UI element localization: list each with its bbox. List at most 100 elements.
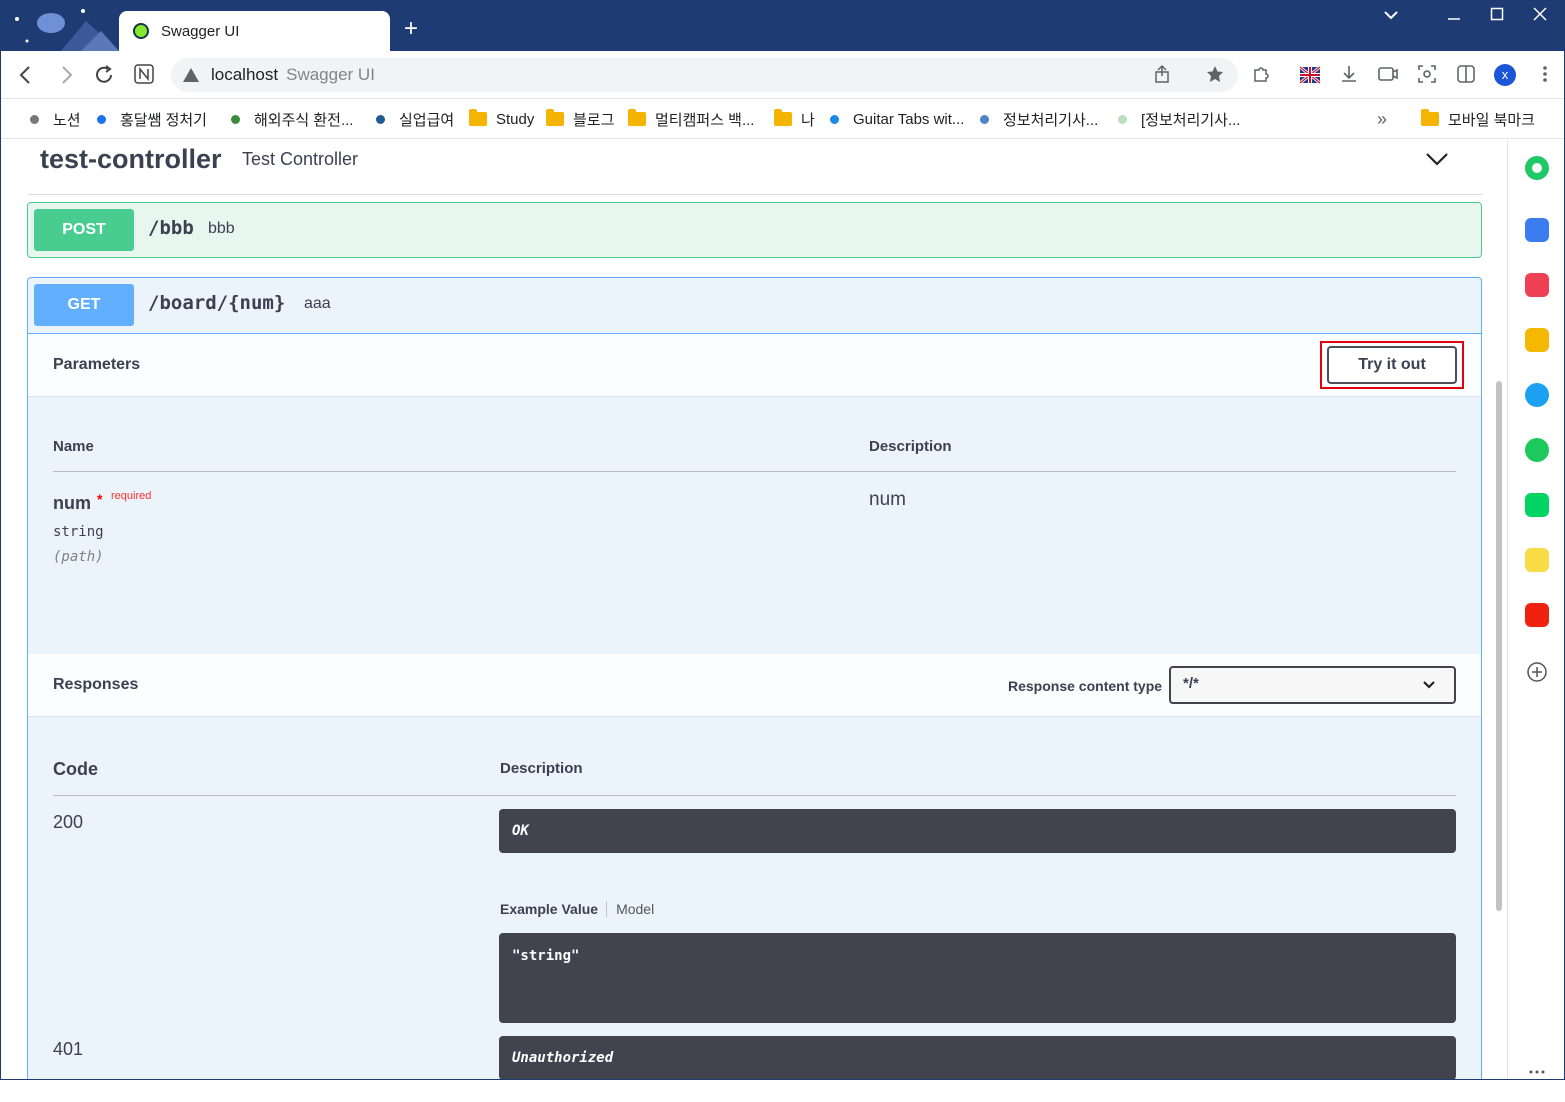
- bookmark-item[interactable]: 홍달쌤 정처기: [97, 109, 207, 129]
- response-code: 401: [53, 1039, 84, 1059]
- mobile-bookmarks-folder[interactable]: 모바일 북마크: [1421, 109, 1535, 129]
- url-page-title: Swagger UI: [286, 65, 375, 84]
- required-star: *: [97, 491, 103, 507]
- bookmark-label: Guitar Tabs wit...: [853, 110, 965, 128]
- response-description: OK: [512, 823, 529, 839]
- translate-flag-icon[interactable]: [1299, 64, 1321, 86]
- method-badge-get: GET: [34, 284, 134, 326]
- bookmark-item[interactable]: [정보처리기사...: [1118, 109, 1240, 129]
- new-tab-button[interactable]: +: [400, 17, 422, 41]
- extensions-puzzle-icon[interactable]: [1250, 64, 1272, 86]
- bookmark-folder[interactable]: Study: [469, 109, 534, 129]
- browser-menu-icon[interactable]: [1534, 64, 1556, 86]
- now-icon[interactable]: [1525, 603, 1549, 627]
- folder-icon: [628, 109, 646, 126]
- back-arrow-icon[interactable]: [14, 63, 38, 87]
- minimize-icon[interactable]: [1442, 7, 1466, 26]
- bookmark-label: [정보처리기사...: [1141, 111, 1241, 129]
- bookmark-favicon-icon: [830, 114, 839, 124]
- bookmark-favicon-icon: [231, 114, 240, 124]
- try-it-out-button[interactable]: Try it out: [1327, 346, 1457, 384]
- download-icon[interactable]: [1338, 64, 1360, 86]
- bookmark-folder[interactable]: 블로그: [546, 109, 614, 129]
- response-content-type-value: */*: [1183, 675, 1199, 692]
- bookmark-item[interactable]: Guitar Tabs wit...: [830, 109, 964, 129]
- param-location: (path): [53, 549, 104, 565]
- example-value: "string": [512, 948, 580, 964]
- bookmark-favicon-icon: [980, 114, 989, 124]
- operation-path: /bbb: [148, 217, 194, 239]
- memo-icon[interactable]: [1525, 548, 1549, 572]
- papago-icon[interactable]: [1525, 383, 1549, 407]
- bookmark-label: 나: [801, 111, 815, 129]
- bookmark-label: Study: [496, 110, 535, 128]
- responses-title: Responses: [53, 676, 139, 693]
- response-description: Unauthorized: [512, 1050, 614, 1066]
- share-icon[interactable]: [1151, 64, 1173, 86]
- bookmark-favicon-icon: [30, 114, 39, 124]
- bookmark-item[interactable]: 실업급여: [376, 109, 454, 129]
- url-host: localhost: [211, 65, 279, 84]
- naver-talk-icon[interactable]: [1525, 156, 1549, 180]
- response-description-box: Unauthorized: [499, 1036, 1456, 1079]
- bookmark-label: 멀티캠퍼스 백...: [655, 111, 755, 129]
- response-content-type-select[interactable]: */*: [1169, 666, 1456, 704]
- parameters-title: Parameters: [53, 356, 141, 373]
- add-icon[interactable]: [1525, 660, 1549, 684]
- bookmark-label: 홍달쌤 정처기: [120, 111, 207, 129]
- favorite-star-icon[interactable]: [1525, 328, 1549, 352]
- operation-post-bbb[interactable]: POST /bbb bbb: [27, 202, 1482, 258]
- tab-example-value[interactable]: Example Value: [500, 901, 608, 917]
- controller-section-header[interactable]: test-controller Test Controller: [28, 140, 1482, 195]
- screenshot-icon[interactable]: [1416, 64, 1438, 86]
- more-icon[interactable]: [1525, 1065, 1549, 1077]
- browser-theme-illustration: [15, 9, 119, 51]
- bookmarks-bar: 노션 홍달쌤 정처기 해외주식 환전... 실업급여 Study 블로그 멀티캠…: [1, 99, 1564, 139]
- collapse-chevron-icon[interactable]: [1424, 148, 1450, 170]
- tab-model[interactable]: Model: [607, 901, 654, 917]
- media-record-icon[interactable]: [1377, 64, 1399, 86]
- controller-name: test-controller: [40, 144, 222, 174]
- bookmark-item[interactable]: 정보처리기사...: [980, 109, 1098, 129]
- profile-avatar[interactable]: x: [1494, 64, 1516, 86]
- param-name: num: [53, 493, 91, 513]
- page-scrollbar[interactable]: [1496, 381, 1502, 911]
- bookmark-item[interactable]: 해외주식 환전...: [231, 109, 353, 129]
- operation-get-board-num: GET /board/{num} aaa Parameters Try it o…: [27, 277, 1482, 1079]
- bookmark-folder[interactable]: 나: [774, 109, 815, 129]
- browser-side-toolbar: [1507, 140, 1564, 1079]
- response-header-divider: [53, 795, 1456, 796]
- bookmark-label: 해외주식 환전...: [254, 111, 354, 129]
- response-code: 200: [53, 812, 84, 832]
- operation-path: /board/{num}: [148, 292, 286, 314]
- bookmarks-overflow-button[interactable]: »: [1377, 109, 1387, 129]
- operation-summary: aaa: [304, 295, 331, 312]
- example-value-box: "string": [499, 933, 1456, 1023]
- responses-header: Responses Response content type */*: [28, 654, 1481, 717]
- swagger-page: test-controller Test Controller POST /bb…: [1, 140, 1507, 1079]
- operation-summary-bar[interactable]: GET /board/{num} aaa: [28, 278, 1481, 334]
- response-col-description: Description: [500, 760, 583, 777]
- bookmark-item[interactable]: 노션: [30, 109, 81, 129]
- play-icon[interactable]: [1525, 438, 1549, 462]
- forward-arrow-icon[interactable]: [54, 63, 78, 87]
- tab-swagger-ui[interactable]: Swagger UI: [119, 11, 390, 51]
- maximize-icon[interactable]: [1485, 7, 1509, 26]
- param-description: num: [869, 489, 906, 510]
- folder-icon: [774, 109, 792, 126]
- briefcase-icon[interactable]: [1525, 218, 1549, 242]
- tab-search-chevron-icon[interactable]: [1379, 7, 1403, 25]
- not-secure-warning-icon[interactable]: [183, 68, 199, 82]
- required-label: required: [111, 490, 152, 502]
- address-bar[interactable]: localhost Swagger UI: [171, 58, 1238, 92]
- webtoon-icon[interactable]: [1525, 493, 1549, 517]
- operation-summary: bbb: [208, 220, 235, 237]
- close-window-icon[interactable]: [1528, 7, 1552, 26]
- bookmark-label: 블로그: [573, 111, 615, 129]
- bookmark-star-icon[interactable]: [1204, 64, 1226, 86]
- notion-extension-icon[interactable]: [132, 63, 156, 87]
- side-panel-icon[interactable]: [1455, 64, 1477, 86]
- bookmark-folder[interactable]: 멀티캠퍼스 백...: [628, 109, 754, 129]
- reload-icon[interactable]: [92, 63, 116, 87]
- pocket-icon[interactable]: [1525, 273, 1549, 297]
